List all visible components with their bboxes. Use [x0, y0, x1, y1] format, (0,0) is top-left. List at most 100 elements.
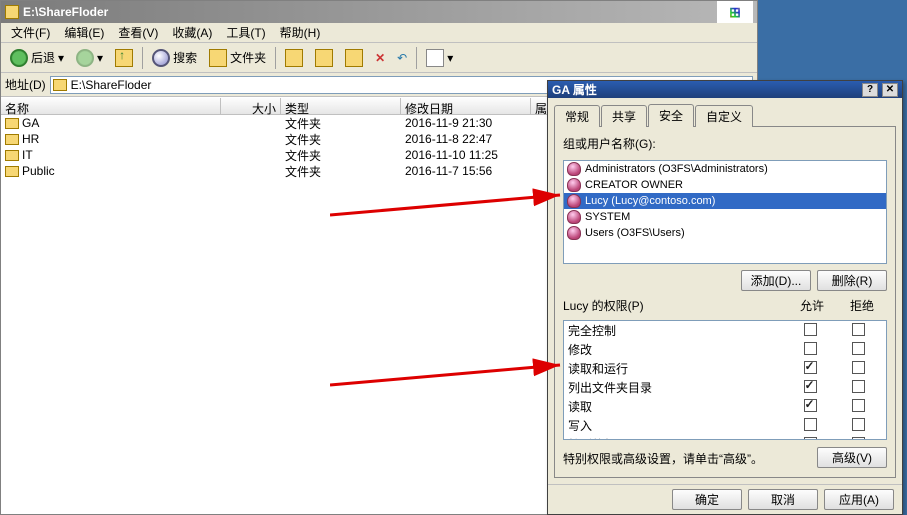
security-tab-pane: 组或用户名称(G): Administrators (O3FS\Administ…: [554, 126, 896, 478]
add-button[interactable]: 添加(D)...: [741, 270, 811, 291]
menu-edit[interactable]: 编辑(E): [58, 22, 110, 43]
allow-checkbox[interactable]: [804, 418, 817, 431]
allow-checkbox[interactable]: [804, 342, 817, 355]
advanced-button[interactable]: 高级(V): [817, 447, 887, 468]
close-button[interactable]: ✕: [882, 83, 898, 97]
dialog-buttons: 确定 取消 应用(A): [548, 484, 902, 514]
allow-checkbox[interactable]: [804, 437, 817, 441]
menu-view[interactable]: 查看(V): [112, 22, 164, 43]
folder-icon: [5, 150, 19, 161]
folders-button[interactable]: 文件夹: [204, 46, 271, 70]
col-size[interactable]: 大小: [221, 98, 281, 114]
user-list[interactable]: Administrators (O3FS\Administrators) CREA…: [563, 160, 887, 264]
col-type[interactable]: 类型: [281, 98, 401, 114]
deny-checkbox[interactable]: [852, 323, 865, 336]
toolbar-sep: [142, 47, 143, 69]
tb-delete[interactable]: ✕: [370, 48, 390, 68]
user-row[interactable]: SYSTEM: [564, 209, 886, 225]
search-button[interactable]: 搜索: [147, 46, 202, 70]
file-date: 2016-11-8 22:47: [401, 132, 531, 146]
file-type: 文件夹: [281, 115, 401, 132]
menu-tools[interactable]: 工具(T): [220, 22, 271, 43]
perm-name: 修改: [568, 341, 786, 358]
folder-icon: [5, 5, 19, 19]
col-date[interactable]: 修改日期: [401, 98, 531, 114]
dialog-titlebar: GA 属性 ? ✕: [548, 81, 902, 98]
views-button[interactable]: ▾: [421, 46, 458, 70]
toolbar-sep: [275, 47, 276, 69]
deny-checkbox[interactable]: [852, 437, 865, 441]
perm-name: 读取和运行: [568, 360, 786, 377]
folders-icon: [209, 49, 227, 67]
deny-checkbox[interactable]: [852, 399, 865, 412]
user-name: Users (O3FS\Users): [585, 227, 685, 239]
dropdown-icon: ▾: [447, 51, 453, 65]
help-button[interactable]: ?: [862, 83, 878, 97]
search-icon: [152, 49, 170, 67]
generic-icon: [345, 49, 363, 67]
user-icon: [567, 210, 581, 224]
user-row[interactable]: CREATOR OWNER: [564, 177, 886, 193]
perm-row: 修改: [564, 340, 886, 359]
file-name: GA: [22, 116, 39, 130]
folder-icon: [5, 134, 19, 145]
deny-checkbox[interactable]: [852, 380, 865, 393]
tb-icon-3[interactable]: [340, 46, 368, 70]
permission-list[interactable]: 完全控制修改读取和运行列出文件夹目录读取写入特别的权限: [563, 320, 887, 440]
apply-button[interactable]: 应用(A): [824, 489, 894, 510]
perm-name: 读取: [568, 398, 786, 415]
back-button[interactable]: 后退 ▾: [5, 46, 69, 70]
dialog-title: GA 属性: [552, 81, 597, 98]
col-allow: 允许: [787, 297, 837, 314]
allow-checkbox[interactable]: [804, 399, 817, 412]
perm-row: 特别的权限: [564, 435, 886, 440]
tab-共享[interactable]: 共享: [601, 105, 647, 127]
up-button[interactable]: [110, 46, 138, 70]
tab-自定义[interactable]: 自定义: [695, 105, 753, 127]
toolbar-sep: [416, 47, 417, 69]
user-name: SYSTEM: [585, 211, 630, 223]
delete-icon: ✕: [375, 51, 385, 65]
forward-button[interactable]: ▾: [71, 46, 108, 70]
perm-name: 列出文件夹目录: [568, 379, 786, 396]
tab-strip: 常规共享安全自定义: [554, 105, 896, 127]
deny-checkbox[interactable]: [852, 418, 865, 431]
file-date: 2016-11-10 11:25: [401, 148, 531, 162]
remove-button[interactable]: 删除(R): [817, 270, 887, 291]
menu-help[interactable]: 帮助(H): [274, 22, 327, 43]
allow-checkbox[interactable]: [804, 361, 817, 374]
tb-icon-1[interactable]: [280, 46, 308, 70]
cancel-button[interactable]: 取消: [748, 489, 818, 510]
tab-常规[interactable]: 常规: [554, 105, 600, 127]
folders-label: 文件夹: [230, 49, 266, 66]
tb-icon-2[interactable]: [310, 46, 338, 70]
allow-checkbox[interactable]: [804, 380, 817, 393]
ok-button[interactable]: 确定: [672, 489, 742, 510]
user-row[interactable]: Administrators (O3FS\Administrators): [564, 161, 886, 177]
col-name[interactable]: 名称: [1, 98, 221, 114]
user-row[interactable]: Lucy (Lucy@contoso.com): [564, 193, 886, 209]
file-name: IT: [22, 148, 33, 162]
tab-安全[interactable]: 安全: [648, 104, 694, 127]
user-row[interactable]: Users (O3FS\Users): [564, 225, 886, 241]
folder-icon: [5, 118, 19, 129]
advanced-note: 特别权限或高级设置，请单击“高级”。: [563, 450, 763, 467]
search-label: 搜索: [173, 49, 197, 66]
user-name: CREATOR OWNER: [585, 179, 683, 191]
user-icon: [567, 178, 581, 192]
perm-label: Lucy 的权限(P): [563, 297, 787, 314]
tb-undo[interactable]: ↶: [392, 48, 412, 68]
file-name: Public: [22, 164, 55, 178]
deny-checkbox[interactable]: [852, 361, 865, 374]
menu-file[interactable]: 文件(F): [5, 22, 56, 43]
allow-checkbox[interactable]: [804, 323, 817, 336]
col-deny: 拒绝: [837, 297, 887, 314]
user-icon: [567, 162, 581, 176]
dialog-body: 常规共享安全自定义 组或用户名称(G): Administrators (O3F…: [548, 98, 902, 484]
deny-checkbox[interactable]: [852, 342, 865, 355]
undo-icon: ↶: [397, 51, 407, 65]
user-icon: [567, 226, 581, 240]
back-label: 后退: [31, 49, 55, 66]
menu-fav[interactable]: 收藏(A): [166, 22, 218, 43]
generic-icon: [285, 49, 303, 67]
